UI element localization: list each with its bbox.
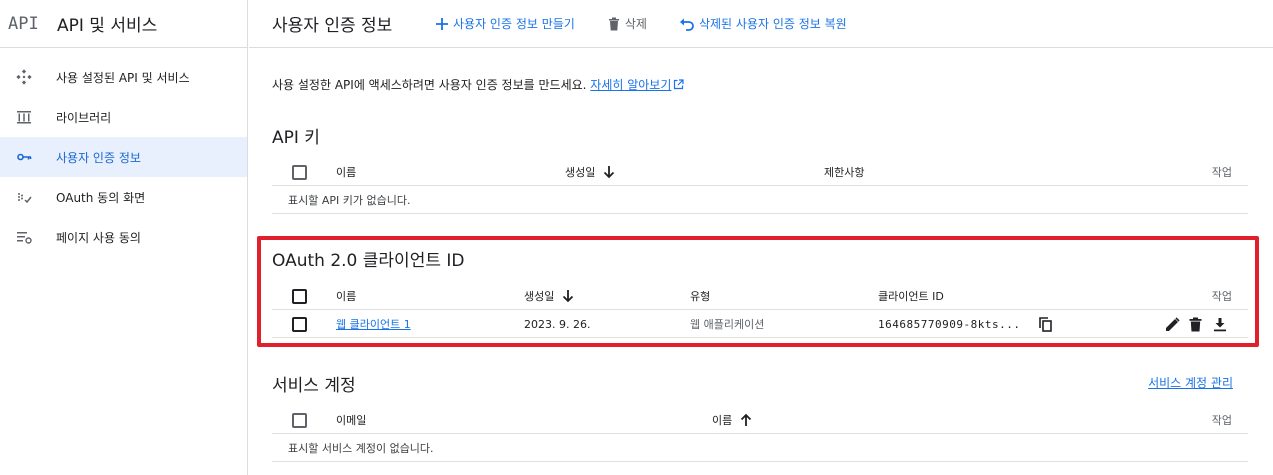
oauth-table: 이름 생성일 유형 클라이언트 ID 작업 웹 클라이언트 1 2023. 9.… xyxy=(272,282,1248,338)
column-name[interactable]: 이름 xyxy=(336,158,356,186)
column-type[interactable]: 유형 xyxy=(690,282,710,310)
page-title: 사용자 인증 정보 xyxy=(272,16,393,36)
column-name-label: 이름 xyxy=(712,414,733,427)
table-row: 웹 클라이언트 1 2023. 9. 26. 웹 애플리케이션 16468577… xyxy=(272,310,1248,338)
oauth-consent-icon xyxy=(16,189,32,205)
api-logo: API xyxy=(8,13,39,34)
sidebar: API API 및 서비스 사용 설정된 API 및 서비스 라이브러리 사용자… xyxy=(0,0,248,475)
column-email[interactable]: 이메일 xyxy=(336,406,366,434)
table-header-row: 이름 생성일 유형 클라이언트 ID 작업 xyxy=(272,282,1248,310)
sidebar-item-oauth-consent[interactable]: OAuth 동의 화면 xyxy=(0,177,247,217)
api-keys-title: API 키 xyxy=(272,128,320,148)
sidebar-item-credentials[interactable]: 사용자 인증 정보 xyxy=(0,137,247,177)
column-client-id[interactable]: 클라이언트 ID xyxy=(878,282,944,310)
page-usage-icon xyxy=(16,229,32,245)
create-credentials-button[interactable]: 사용자 인증 정보 만들기 xyxy=(435,15,575,32)
column-created-label: 생성일 xyxy=(565,166,596,179)
empty-row: 표시할 서비스 계정이 없습니다. xyxy=(272,434,1248,462)
column-name[interactable]: 이름 xyxy=(712,406,752,434)
sidebar-item-page-usage[interactable]: 페이지 사용 동의 xyxy=(0,217,247,257)
sidebar-item-label: 라이브러리 xyxy=(56,110,112,125)
sidebar-item-label: 사용 설정된 API 및 서비스 xyxy=(56,70,190,85)
sidebar-nav: 사용 설정된 API 및 서비스 라이브러리 사용자 인증 정보 OAuth 동… xyxy=(0,57,247,257)
delete-button[interactable]: 삭제 xyxy=(607,15,647,32)
intro-message: 사용 설정한 API에 액세스하려면 사용자 인증 정보를 만드세요. xyxy=(272,78,591,92)
pencil-icon xyxy=(1166,316,1180,331)
client-name-link[interactable]: 웹 클라이언트 1 xyxy=(336,310,411,338)
column-name[interactable]: 이름 xyxy=(336,282,356,310)
download-client-button[interactable] xyxy=(1213,310,1227,338)
sidebar-item-label: OAuth 동의 화면 xyxy=(56,190,146,205)
create-credentials-label: 사용자 인증 정보 만들기 xyxy=(453,17,575,31)
sidebar-header: API API 및 서비스 xyxy=(0,0,247,48)
client-id-value: 164685770909-8kts... xyxy=(878,317,1021,331)
main-area: 사용자 인증 정보 사용자 인증 정보 만들기 삭제 삭제된 사용자 인증 정보… xyxy=(249,0,1273,475)
table-header-row: 이메일 이름 작업 xyxy=(272,406,1248,434)
service-accounts-table: 이메일 이름 작업 표시할 서비스 계정이 없습니다. xyxy=(272,406,1248,462)
oauth-title: OAuth 2.0 클라이언트 ID xyxy=(272,251,465,271)
empty-message: 표시할 서비스 계정이 없습니다. xyxy=(288,442,434,455)
manage-service-accounts-link[interactable]: 서비스 계정 관리 xyxy=(1148,374,1233,391)
learn-more-link[interactable]: 자세히 알아보기 xyxy=(590,78,671,92)
edit-client-button[interactable] xyxy=(1165,310,1180,338)
undo-icon xyxy=(679,18,694,31)
restore-deleted-button[interactable]: 삭제된 사용자 인증 정보 복원 xyxy=(679,15,847,32)
column-actions: 작업 xyxy=(1211,414,1232,427)
arrow-down-icon xyxy=(604,166,615,179)
arrow-up-icon xyxy=(741,413,752,426)
library-icon xyxy=(16,109,32,125)
copy-client-id-button[interactable] xyxy=(1039,310,1052,338)
client-created: 2023. 9. 26. xyxy=(524,317,591,331)
table-header-row: 이름 생성일 제한사항 작업 xyxy=(272,158,1248,186)
arrow-down-icon xyxy=(563,290,574,303)
intro-text: 사용 설정한 API에 액세스하려면 사용자 인증 정보를 만드세요. 자세히 … xyxy=(272,76,684,93)
sidebar-title: API 및 서비스 xyxy=(57,16,158,36)
api-keys-table: 이름 생성일 제한사항 작업 표시할 API 키가 없습니다. xyxy=(272,158,1248,214)
row-checkbox[interactable] xyxy=(292,310,307,338)
trash-icon xyxy=(608,17,619,30)
download-icon xyxy=(1214,317,1226,331)
column-created[interactable]: 생성일 xyxy=(565,158,615,186)
delete-label: 삭제 xyxy=(624,17,647,31)
column-created-label: 생성일 xyxy=(524,290,555,303)
key-icon xyxy=(16,149,32,165)
column-restrictions[interactable]: 제한사항 xyxy=(824,158,864,186)
delete-client-button[interactable] xyxy=(1189,310,1202,338)
top-toolbar: 사용자 인증 정보 사용자 인증 정보 만들기 삭제 삭제된 사용자 인증 정보… xyxy=(249,0,1273,48)
external-link-icon xyxy=(674,79,684,90)
column-actions: 작업 xyxy=(1211,290,1232,303)
select-all-checkbox[interactable] xyxy=(292,406,307,434)
service-accounts-title: 서비스 계정 xyxy=(272,376,356,396)
copy-icon xyxy=(1039,316,1052,332)
sidebar-item-library[interactable]: 라이브러리 xyxy=(0,97,247,137)
sidebar-item-label: 페이지 사용 동의 xyxy=(56,230,141,245)
client-type: 웹 애플리케이션 xyxy=(690,318,765,331)
column-actions: 작업 xyxy=(1211,166,1232,179)
select-all-checkbox[interactable] xyxy=(292,158,307,186)
select-all-checkbox[interactable] xyxy=(292,282,307,310)
empty-message: 표시할 API 키가 없습니다. xyxy=(288,194,411,207)
column-created[interactable]: 생성일 xyxy=(524,282,574,310)
empty-row: 표시할 API 키가 없습니다. xyxy=(272,186,1248,214)
restore-deleted-label: 삭제된 사용자 인증 정보 복원 xyxy=(698,17,847,31)
sidebar-item-enabled-apis[interactable]: 사용 설정된 API 및 서비스 xyxy=(0,57,247,97)
enabled-apis-icon xyxy=(16,69,32,85)
trash-icon xyxy=(1189,317,1202,331)
sidebar-item-label: 사용자 인증 정보 xyxy=(56,150,141,165)
plus-icon xyxy=(436,17,448,30)
